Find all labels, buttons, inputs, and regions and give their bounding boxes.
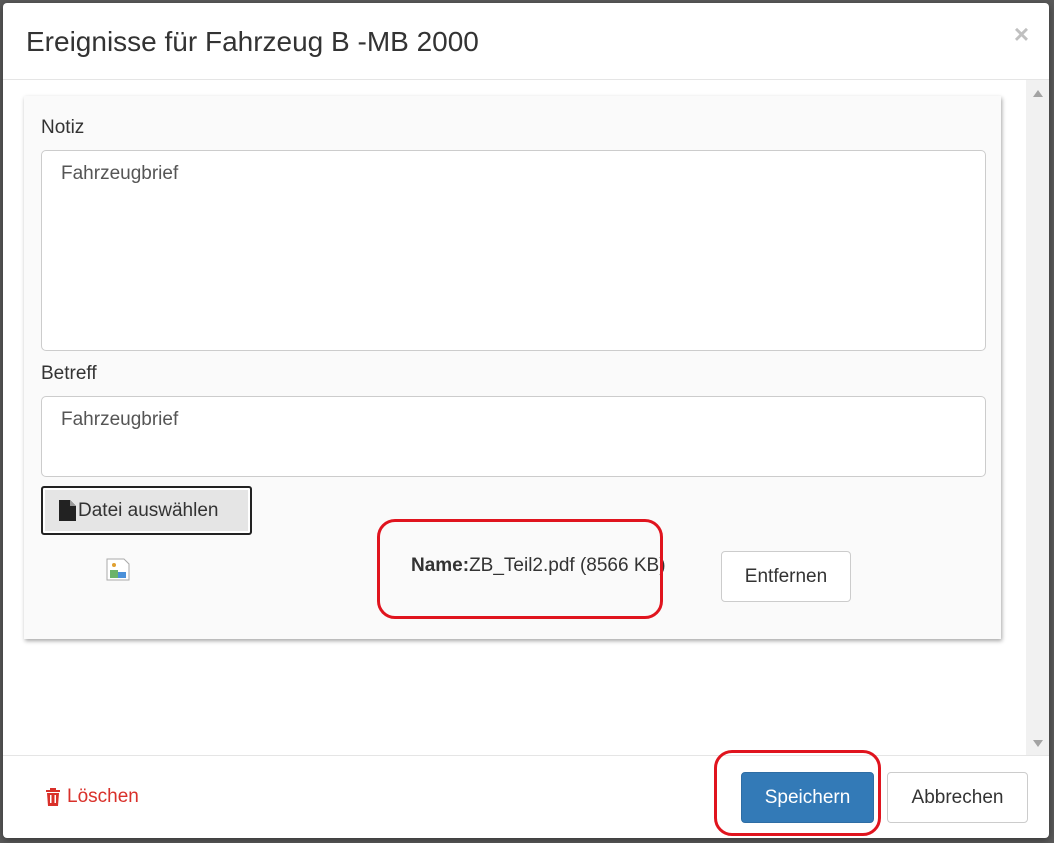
delete-label: Löschen [67,786,139,807]
scrollbar[interactable] [1026,80,1049,755]
event-form-panel: Notiz Fahrzeugbrief Betreff Fahrzeugbrie… [24,96,1001,639]
subject-textarea[interactable]: Fahrzeugbrief [41,396,986,477]
highlight-annotation-attachment [377,519,663,619]
cancel-button[interactable]: Abbrechen [887,772,1028,823]
broken-image-icon [106,558,130,581]
choose-file-button[interactable]: Datei auswählen [41,486,252,535]
remove-attachment-button[interactable]: Entfernen [721,551,851,602]
subject-label: Betreff [41,363,97,384]
trash-icon [46,788,60,806]
modal-footer: Löschen Speichern Abbrechen [3,750,1049,838]
scroll-down-arrow-icon[interactable] [1033,740,1043,747]
close-icon[interactable]: × [1014,19,1029,49]
scroll-up-arrow-icon[interactable] [1033,90,1043,97]
modal-body: Notiz Fahrzeugbrief Betreff Fahrzeugbrie… [3,80,1026,755]
note-label: Notiz [41,117,85,138]
choose-file-label: Datei auswählen [78,499,219,521]
modal-title: Ereignisse für Fahrzeug B -MB 2000 [26,26,479,57]
file-icon [59,500,76,521]
modal-header: Ereignisse für Fahrzeug B -MB 2000 × [3,3,1049,80]
note-textarea[interactable]: Fahrzeugbrief [41,150,986,351]
delete-button[interactable]: Löschen [45,786,139,808]
events-modal: Ereignisse für Fahrzeug B -MB 2000 × Not… [3,3,1049,838]
highlight-annotation-save [714,750,881,836]
